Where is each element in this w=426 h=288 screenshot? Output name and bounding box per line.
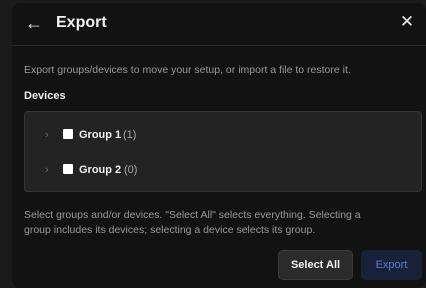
back-arrow-icon[interactable]: ← [25,12,45,34]
help-line-2: group includes its devices; selecting a … [24,224,316,236]
group-2-count: (0) [124,164,138,176]
group-2-label[interactable]: Group 2 [79,162,121,178]
close-icon[interactable]: ✕ [398,11,416,33]
chevron-right-icon[interactable]: › [45,127,49,143]
group-2-checkbox[interactable] [63,164,73,174]
group-1-count: (1) [123,129,137,141]
devices-section-title: Devices [24,90,66,102]
help-text: Select groups and/or devices. "Select Al… [24,208,426,238]
dialog-title: Export [56,14,107,31]
tree-row-group-1[interactable]: › Group 1 (1) [25,124,421,146]
group-1-checkbox[interactable] [63,129,73,139]
select-all-button[interactable]: Select All [278,250,353,280]
dialog-description: Export groups/devices to move your setup… [24,64,351,76]
export-button[interactable]: Export [361,250,422,280]
tree-row-group-2[interactable]: › Group 2 (0) [25,159,421,181]
devices-tree: › Group 1 (1) › Group 2 (0) [24,111,422,192]
header-divider [12,45,426,46]
export-dialog: ← Export ✕ Export groups/devices to move… [12,3,426,288]
group-1-label[interactable]: Group 1 [79,127,121,143]
dialog-header: ← Export ✕ [12,3,426,43]
help-line-1: Select groups and/or devices. "Select Al… [24,209,361,221]
chevron-right-icon[interactable]: › [45,162,49,178]
